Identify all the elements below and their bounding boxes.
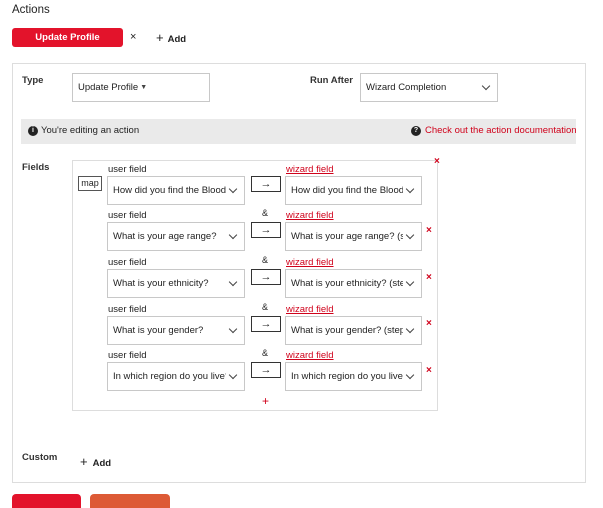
run-after-select[interactable]: Wizard Completion: [360, 73, 498, 102]
run-after-label: Run After: [310, 75, 353, 86]
wizard-field-select[interactable]: What is your age range? (st: [285, 222, 422, 251]
chevron-down-icon: [228, 277, 238, 287]
add-action-label: Add: [167, 34, 187, 45]
plus-icon: +: [156, 30, 164, 45]
chevron-down-icon: [405, 230, 415, 240]
arrow-right-icon[interactable]: →: [251, 222, 281, 238]
remove-mapping-icon[interactable]: ×: [434, 157, 440, 167]
help-icon: ?: [411, 126, 421, 136]
chevron-down-icon: [405, 370, 415, 380]
pair-connector: &: [262, 348, 269, 358]
chevron-down-icon: [405, 184, 415, 194]
map-button[interactable]: map: [78, 176, 102, 191]
info-icon: i: [28, 126, 38, 136]
wizard-field-link[interactable]: wizard field: [286, 210, 334, 221]
section-heading: Actions: [12, 4, 50, 16]
pair-connector: &: [262, 208, 269, 218]
arrow-right-icon[interactable]: →: [251, 362, 281, 378]
user-field-value: What is your gender?: [113, 325, 204, 336]
remove-pair-icon[interactable]: ×: [426, 226, 432, 236]
user-field-label: user field: [108, 257, 147, 268]
notice-text: You're editing an action: [41, 125, 140, 136]
user-field-select[interactable]: In which region do you live?: [107, 362, 245, 391]
action-tab-update-profile[interactable]: Update Profile (action_1): [12, 28, 123, 62]
action-documentation-link[interactable]: Check out the action documentation: [425, 125, 577, 136]
user-field-value: What is your ethnicity?: [113, 278, 209, 289]
add-action-button[interactable]: + Add: [156, 31, 186, 46]
wizard-field-link[interactable]: wizard field: [286, 257, 334, 268]
wizard-field-link[interactable]: wizard field: [286, 164, 334, 175]
add-custom-button[interactable]: + Add: [80, 455, 111, 470]
user-field-value: In which region do you live?: [113, 371, 226, 382]
wizard-field-select[interactable]: In which region do you live?: [285, 362, 422, 391]
user-field-value: What is your age range?: [113, 231, 217, 242]
fields-label: Fields: [22, 162, 50, 173]
close-icon[interactable]: ×: [130, 31, 136, 44]
wizard-field-link[interactable]: wizard field: [286, 304, 334, 315]
user-field-label: user field: [108, 350, 147, 361]
user-field-value: How did you find the Blood: [113, 185, 226, 196]
user-field-select[interactable]: How did you find the Blood: [107, 176, 245, 205]
primary-button[interactable]: [12, 494, 81, 508]
add-custom-label: Add: [92, 458, 112, 469]
caret-down-icon: ▼: [140, 84, 148, 91]
pair-connector: &: [262, 302, 269, 312]
user-field-label: user field: [108, 210, 147, 221]
user-field-select[interactable]: What is your ethnicity?: [107, 269, 245, 298]
secondary-button[interactable]: [90, 494, 170, 508]
custom-label: Custom: [22, 452, 58, 463]
chevron-down-icon: [228, 370, 238, 380]
chevron-down-icon: [405, 277, 415, 287]
arrow-right-icon[interactable]: →: [251, 176, 281, 192]
wizard-field-select[interactable]: What is your ethnicity? (ste: [285, 269, 422, 298]
wizard-field-select[interactable]: What is your gender? (step: [285, 316, 422, 345]
plus-icon: +: [80, 454, 88, 469]
chevron-down-icon: [481, 81, 491, 91]
chevron-down-icon: [405, 324, 415, 334]
type-select[interactable]: Update Profile ▼: [72, 73, 210, 102]
remove-pair-icon[interactable]: ×: [426, 273, 432, 283]
wizard-field-value: What is your gender? (step: [291, 325, 403, 336]
chevron-down-icon: [228, 184, 238, 194]
remove-pair-icon[interactable]: ×: [426, 366, 432, 376]
user-field-select[interactable]: What is your gender?: [107, 316, 245, 345]
arrow-right-icon[interactable]: →: [251, 316, 281, 332]
type-label: Type: [22, 75, 44, 86]
run-after-select-value: Wizard Completion: [366, 82, 447, 93]
wizard-field-value: How did you find the Blood: [291, 185, 403, 196]
user-field-label: user field: [108, 304, 147, 315]
wizard-field-select[interactable]: How did you find the Blood: [285, 176, 422, 205]
add-pair-icon[interactable]: +: [262, 395, 269, 407]
remove-pair-icon[interactable]: ×: [426, 319, 432, 329]
wizard-field-value: In which region do you live?: [291, 371, 403, 382]
wizard-field-value: What is your ethnicity? (ste: [291, 278, 403, 289]
pair-connector: &: [262, 255, 269, 265]
wizard-field-value: What is your age range? (st: [291, 231, 403, 242]
chevron-down-icon: [228, 230, 238, 240]
wizard-field-link[interactable]: wizard field: [286, 350, 334, 361]
chevron-down-icon: [228, 324, 238, 334]
user-field-label: user field: [108, 164, 147, 175]
arrow-right-icon[interactable]: →: [251, 269, 281, 285]
user-field-select[interactable]: What is your age range?: [107, 222, 245, 251]
type-select-value: Update Profile: [78, 82, 139, 93]
